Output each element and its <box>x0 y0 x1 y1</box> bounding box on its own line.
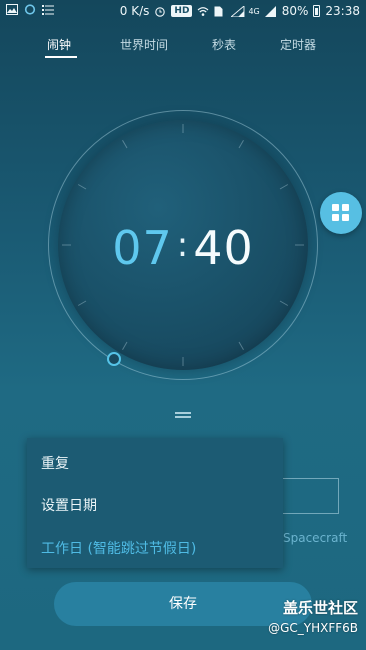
tab-stopwatch[interactable]: 秒表 <box>212 36 236 53</box>
dial-tick <box>279 184 289 190</box>
watermark-title: 盖乐世社区 <box>282 599 358 617</box>
wifi-icon <box>197 6 209 17</box>
image-icon <box>6 4 18 15</box>
battery-percent: 80% <box>281 4 309 18</box>
alarm-time[interactable]: 07:40 <box>48 218 318 275</box>
alarm-minute[interactable]: 40 <box>193 221 254 275</box>
dial-tick <box>122 341 128 351</box>
dial-tick <box>238 139 244 149</box>
battery-icon <box>313 5 321 17</box>
alarm-hour[interactable]: 07 <box>112 221 173 275</box>
grid-menu-button[interactable] <box>320 192 362 234</box>
alarm-name-field[interactable] <box>283 478 339 514</box>
dial-drag-handle[interactable] <box>107 352 121 366</box>
list-icon <box>42 4 54 15</box>
save-button[interactable]: 保存 <box>54 582 312 626</box>
tab-world-time[interactable]: 世界时间 <box>120 36 168 53</box>
menu-item-repeat[interactable]: 重复 <box>41 453 69 473</box>
repeat-menu: 重复 设置日期 工作日 (智能跳过节假日) <box>27 438 283 568</box>
dial-tick <box>238 341 244 351</box>
signal-icon <box>230 4 245 17</box>
dial-tick <box>77 300 87 306</box>
dial-tick <box>77 184 87 190</box>
watermark-handle: @GC_YHXFF6B <box>268 621 358 635</box>
tab-bar: 闹钟 世界时间 秒表 定时器 <box>0 36 366 62</box>
status-bar: 0 K/s HD 4G 80% 23:38 <box>0 0 366 24</box>
status-time: 23:38 <box>325 4 360 18</box>
dial-tick <box>279 300 289 306</box>
alarm-dial[interactable]: 07:40 <box>48 110 318 380</box>
network-type: 4G <box>248 6 260 16</box>
tab-alarm[interactable]: 闹钟 <box>47 36 71 53</box>
drag-handle-icon[interactable] <box>175 412 191 418</box>
tab-timer[interactable]: 定时器 <box>280 36 316 53</box>
menu-item-workdays[interactable]: 工作日 (智能跳过节假日) <box>41 538 196 558</box>
dial-tick <box>122 139 128 149</box>
signal-icon-2 <box>264 5 277 17</box>
menu-item-set-date[interactable]: 设置日期 <box>41 495 97 515</box>
alarm-clock-icon <box>154 6 166 17</box>
sim-icon <box>214 6 226 17</box>
grid-icon <box>332 204 350 222</box>
network-speed: 0 K/s <box>119 4 150 18</box>
ringtone-link[interactable]: Spacecraft <box>283 531 347 545</box>
hd-badge: HD <box>171 5 193 17</box>
circle-icon <box>24 4 36 15</box>
time-colon: : <box>176 225 190 265</box>
active-tab-indicator <box>45 56 77 58</box>
